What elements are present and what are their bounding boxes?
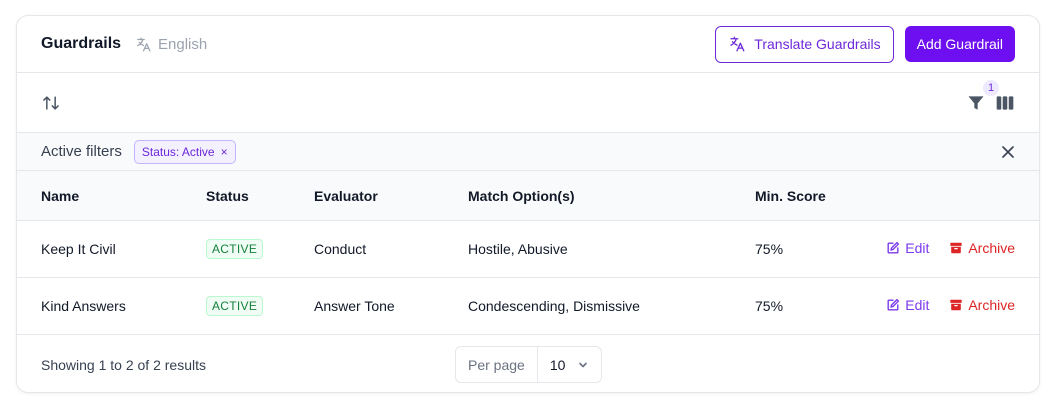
row-min-score: 75% (755, 220, 875, 278)
row-match-options: Hostile, Abusive (468, 220, 755, 278)
row-status-cell: ACTIVE (206, 220, 314, 278)
row-actions: Edit Archive (875, 220, 1039, 278)
row-actions: Edit Archive (875, 277, 1039, 335)
filter-icon (968, 95, 984, 110)
page-header: Guardrails English Translate Guardrails … (17, 16, 1039, 73)
row-match-options: Condescending, Dismissive (468, 277, 755, 335)
per-page-value: 10 (549, 356, 566, 373)
table-row: Kind Answers ACTIVE Answer Tone Condesce… (17, 277, 1039, 335)
clear-filters-close-icon[interactable] (1001, 145, 1015, 159)
table-footer: Showing 1 to 2 of 2 results Per page 10 (17, 335, 1039, 392)
language-indicator: English (135, 36, 207, 53)
edit-label: Edit (905, 297, 930, 313)
chevron-down-icon (579, 362, 588, 367)
edit-button[interactable]: Edit (886, 297, 929, 313)
archive-icon (950, 242, 962, 254)
translate-icon (730, 36, 745, 52)
row-evaluator: Answer Tone (314, 277, 468, 335)
edit-icon (887, 298, 900, 311)
filter-count-badge: 1 (983, 79, 999, 96)
row-min-score: 75% (755, 277, 875, 335)
column-header-actions (875, 171, 1039, 221)
edit-button[interactable]: Edit (886, 240, 929, 256)
filter-chip-label: Status: Active (141, 144, 215, 159)
column-header-evaluator[interactable]: Evaluator (314, 171, 468, 221)
guardrails-table: Name Status Evaluator Match Option(s) Mi… (17, 171, 1039, 335)
column-header-match-options[interactable]: Match Option(s) (468, 171, 755, 221)
columns-icon[interactable] (995, 93, 1015, 113)
edit-icon (887, 241, 900, 254)
per-page-select[interactable]: 10 (538, 347, 602, 382)
table-toolbar: 1 (17, 73, 1039, 133)
archive-label: Archive (968, 240, 1015, 256)
translate-guardrails-label: Translate Guardrails (754, 36, 881, 52)
language-label: English (158, 35, 208, 53)
filter-chip-status: Status: Active × (133, 139, 236, 164)
add-guardrail-button[interactable]: Add Guardrail (904, 26, 1015, 62)
filter-button[interactable]: 1 (965, 79, 999, 114)
active-filters-left: Active filters Status: Active × (41, 139, 236, 164)
status-badge: ACTIVE (206, 296, 264, 316)
translate-icon (137, 36, 151, 52)
archive-icon (950, 299, 962, 311)
results-summary: Showing 1 to 2 of 2 results (41, 357, 206, 373)
row-name: Kind Answers (17, 277, 206, 335)
row-name: Keep It Civil (17, 220, 206, 278)
sort-icon[interactable] (41, 93, 61, 113)
archive-button[interactable]: Archive (949, 240, 1015, 256)
translate-guardrails-button[interactable]: Translate Guardrails (715, 25, 894, 63)
status-badge: ACTIVE (206, 239, 264, 259)
archive-button[interactable]: Archive (949, 297, 1015, 313)
per-page-control: Per page 10 (455, 346, 603, 383)
active-filters-bar: Active filters Status: Active × (17, 133, 1039, 171)
column-header-status[interactable]: Status (206, 171, 314, 221)
row-status-cell: ACTIVE (206, 277, 314, 335)
edit-label: Edit (905, 240, 930, 256)
active-filters-label: Active filters (41, 143, 122, 160)
page-title: Guardrails (41, 35, 122, 52)
per-page-label: Per page (456, 347, 538, 382)
guardrails-card: Guardrails English Translate Guardrails … (16, 15, 1040, 393)
archive-label: Archive (968, 297, 1015, 313)
header-left: Guardrails English (41, 35, 207, 53)
table-row: Keep It Civil ACTIVE Conduct Hostile, Ab… (17, 220, 1039, 278)
row-evaluator: Conduct (314, 220, 468, 278)
filter-chip-remove-icon[interactable]: × (221, 145, 228, 159)
table-header-row: Name Status Evaluator Match Option(s) Mi… (17, 171, 1039, 221)
header-actions: Translate Guardrails Add Guardrail (715, 25, 1015, 63)
column-header-min-score[interactable]: Min. Score (755, 171, 875, 221)
column-header-name[interactable]: Name (17, 171, 206, 221)
toolbar-right: 1 (965, 79, 1015, 114)
